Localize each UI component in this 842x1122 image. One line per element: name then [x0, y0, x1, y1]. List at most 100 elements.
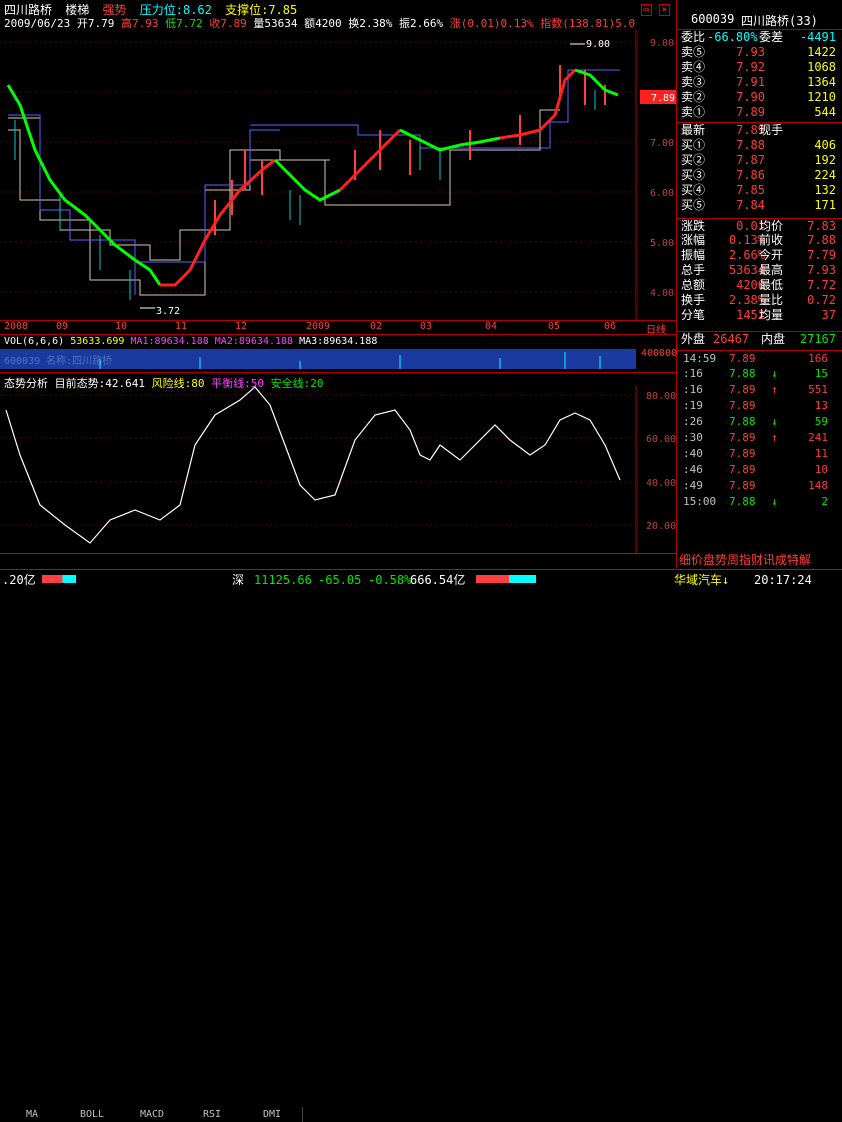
stat-row: 涨幅 0.13% 前收 7.88: [677, 233, 842, 248]
bid-row[interactable]: 买④ 7.85 132: [677, 183, 842, 198]
ask-volume: 1364: [807, 75, 836, 89]
tick-volume: 10: [814, 463, 828, 476]
tick-price: 7.89: [729, 447, 756, 460]
stat-label: 均量: [759, 308, 784, 322]
quote-header: 600039 四川路桥(33): [677, 12, 842, 28]
inner-value: 27167: [799, 332, 836, 346]
tick-volume: 15: [814, 367, 828, 380]
ask-price: 7.93: [736, 45, 765, 59]
stat-value: 7.88: [807, 233, 836, 247]
tick-row: :46 7.89 10: [677, 462, 842, 477]
ohlc-change: 涨(0.01)0.13%: [449, 17, 534, 30]
trend-chart[interactable]: 80.00 60.00 40.00 20.00: [0, 385, 676, 553]
tab-macd[interactable]: MACD: [122, 1107, 183, 1122]
bid-volume: 132: [814, 183, 836, 197]
weicha-label: 委差: [759, 30, 784, 44]
ask-row[interactable]: 卖② 7.90 1210: [677, 90, 842, 105]
kline-chart[interactable]: 9.00 3.72 9.00 7.00 6.00 5.00 4.00 7.89: [0, 30, 676, 320]
bid-price: 7.88: [736, 138, 765, 152]
tab-boll[interactable]: BOLL: [62, 1107, 123, 1122]
current-price-tag: 7.89: [651, 93, 675, 104]
bid-price: 7.84: [736, 198, 765, 212]
tab-ma[interactable]: MA: [2, 1107, 63, 1122]
ask-row[interactable]: 卖① 7.89 544: [677, 105, 842, 120]
ohlc-low: 低7.72: [165, 17, 203, 30]
ohlc-line: 2009/06/23 开7.79 高7.93 低7.72 收7.89 量5363…: [4, 15, 635, 31]
tick-arrow: ↓: [771, 495, 778, 508]
kline-panel[interactable]: 四川路桥 楼梯 强势 压力位:8.62 支撑位:7.85 ▭ ✕ 2009/06…: [0, 0, 677, 1122]
ask-row[interactable]: 卖③ 7.91 1364: [677, 75, 842, 90]
bid-volume: 406: [814, 138, 836, 152]
stock-name-quote: 四川路桥(33): [741, 14, 818, 28]
tick-volume: 11: [814, 447, 828, 460]
stat-row: 分笔 1452 均量 37: [677, 308, 842, 323]
ohlc-high: 高7.93: [120, 17, 159, 30]
bid-row[interactable]: 买⑤ 7.84 171: [677, 198, 842, 213]
time-tick: 2008: [4, 321, 29, 332]
shen-change: -65.05: [318, 573, 362, 587]
bid-price: 7.87: [736, 153, 765, 167]
tick-volume: 551: [808, 383, 828, 396]
shen-amount: 666.54亿: [410, 573, 466, 587]
trend-tick: 80.00: [646, 391, 676, 402]
stat-value: 37: [821, 308, 836, 322]
stat-label: 前收: [759, 233, 784, 247]
low-marker: 3.72: [156, 306, 180, 317]
bid-label: 买①: [681, 138, 706, 152]
ohlc-date: 2009/06/23: [4, 17, 71, 30]
stat-row: 涨跌 0.01 均价 7.83: [677, 218, 842, 234]
tick-row: :26 7.88 ↓ 59: [677, 414, 842, 429]
tick-row: :19 7.89 13: [677, 398, 842, 413]
stat-label: 涨幅: [681, 233, 706, 247]
stat-label: 总手: [681, 263, 706, 277]
tick-time: :30: [683, 431, 703, 444]
period-label[interactable]: 日线: [646, 321, 666, 336]
ohlc-turnover: 换2.38%: [348, 17, 393, 30]
tab-dmi[interactable]: DMI: [242, 1107, 303, 1122]
price-tick: 4.00: [650, 288, 674, 299]
last-label: 最新: [681, 123, 706, 137]
shen-index: 11125.66: [254, 573, 312, 587]
vol-ma3: MA3:89634.188: [299, 336, 378, 347]
ticker-scroll[interactable]: 华域汽车↓: [674, 570, 729, 590]
tick-volume: 166: [808, 352, 828, 365]
stat-value: 7.79: [807, 248, 836, 262]
stat-label: 振幅: [681, 248, 706, 262]
tick-time: 15:00: [683, 495, 717, 508]
quote-tabs[interactable]: 细价盘势周指财讯成特解: [679, 551, 811, 568]
tick-price: 7.88: [729, 495, 756, 508]
weibi-row: 委比 -66.80% 委差 -4491: [677, 29, 842, 45]
ohlc-volume: 量53634: [253, 17, 298, 30]
ohlc-index: 指数(138.81)5.0: [540, 17, 636, 30]
time-tick: 10: [115, 321, 128, 332]
weicha-value: -4491: [799, 30, 836, 44]
high-marker: 9.00: [586, 39, 610, 50]
tick-row: :16 7.89 ↑ 551: [677, 382, 842, 397]
tab-rsi[interactable]: RSI: [182, 1107, 243, 1122]
tick-price: 7.88: [729, 367, 756, 380]
close-icon[interactable]: ✕: [658, 4, 670, 16]
stock-code: 600039: [691, 12, 735, 26]
ask-row[interactable]: 卖⑤ 7.93 1422: [677, 45, 842, 60]
tick-time: :40: [683, 447, 703, 460]
stat-label: 换手: [681, 293, 706, 307]
tick-arrow: ↑: [771, 431, 778, 444]
trend-tick: 20.00: [646, 521, 676, 532]
last-row: 最新 7.89 现手: [677, 122, 842, 138]
restore-icon[interactable]: ▭: [640, 4, 652, 16]
price-tick: 7.00: [650, 138, 674, 149]
weibi-label: 委比: [681, 30, 706, 44]
tick-row: 15:00 7.88 ↓ 2: [677, 494, 842, 509]
tick-row: 14:59 7.89 166: [677, 350, 842, 366]
bid-row[interactable]: 买① 7.88 406: [677, 138, 842, 153]
tick-price: 7.89: [729, 399, 756, 412]
price-tick: 6.00: [650, 188, 674, 199]
bid-label: 买③: [681, 168, 706, 182]
trend-divider: [0, 372, 676, 373]
tick-row: :16 7.88 ↓ 15: [677, 366, 842, 381]
bid-row[interactable]: 买② 7.87 192: [677, 153, 842, 168]
bid-row[interactable]: 买③ 7.86 224: [677, 168, 842, 183]
vol-chart: 600039 名称:四川路桥: [0, 349, 636, 369]
ask-row[interactable]: 卖④ 7.92 1068: [677, 60, 842, 75]
time-tick: 2009: [306, 321, 331, 332]
